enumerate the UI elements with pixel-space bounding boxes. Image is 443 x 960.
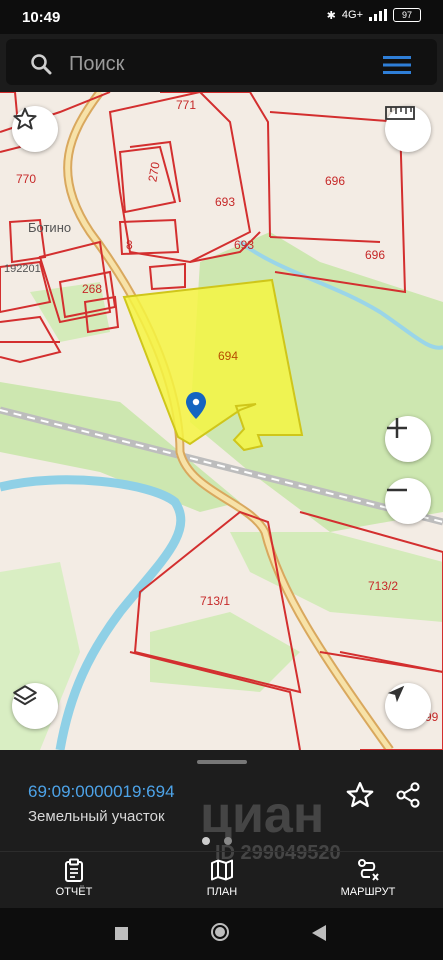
home-button[interactable] [211,923,229,941]
android-nav-bar [0,908,443,960]
my-location-button[interactable] [385,683,431,729]
minus-icon [387,488,407,492]
layers-button[interactable] [12,683,58,729]
status-icons: ✱ 4G+ 97 [327,8,421,22]
back-icon[interactable] [312,925,326,941]
recents-button[interactable] [115,927,128,940]
search-icon [31,54,52,75]
menu-icon[interactable] [383,56,411,74]
bottom-tab-bar: ОТЧЁТ ПЛАН МАРШРУТ [0,851,443,909]
network-label: 4G+ [341,9,363,21]
parcel-label-713-1: 713/1 [200,594,231,608]
parcel-label-713-2: 713/2 [368,579,399,593]
search-input[interactable]: Поиск [6,39,437,85]
tab-plan-label: ПЛАН [206,886,238,898]
map-view[interactable]: 771 770 270 693 693 696 696 8 268 694 71… [0,92,443,750]
zoom-in-button[interactable] [385,416,431,462]
battery-icon: 97 [393,8,421,22]
panel-drag-handle[interactable] [197,760,247,764]
star-icon [13,107,37,130]
ruler-icon [385,106,415,120]
clipboard-icon [65,858,83,882]
map-canvas [0,92,443,750]
page-indicator [202,837,232,845]
home-dot [215,927,225,937]
tab-plan[interactable]: ПЛАН [167,858,277,898]
navigation-arrow-icon [387,685,405,703]
parcel-label-696a: 696 [325,174,346,188]
watermark-logo: циан [200,786,325,844]
bluetooth-icon: ✱ [326,9,336,22]
plus-icon [387,418,407,438]
layers-icon [13,685,37,706]
cadastral-number[interactable]: 69:09:0000019:694 [28,782,175,802]
parcel-label-694: 694 [218,349,239,363]
page-dot [224,837,232,845]
search-placeholder: Поиск [69,53,125,75]
route-icon [358,859,379,881]
map-icon [211,859,233,881]
tab-report[interactable]: ОТЧЁТ [19,858,129,898]
parcel-label-693a: 693 [215,195,236,209]
status-bar: 10:49 ✱ 4G+ 97 [0,0,443,34]
status-time: 10:49 [22,9,61,26]
parcel-label-693b: 693 [234,238,255,252]
ruler-button[interactable] [385,106,431,152]
parcel-label-696b: 696 [365,248,386,262]
tab-report-label: ОТЧЁТ [55,886,93,898]
page-dot-active [202,837,210,845]
favorite-map-button[interactable] [12,106,58,152]
parcel-label-8: 8 [126,238,133,252]
signal-icon [369,9,387,21]
property-panel: циан ID 299049520 69:09:0000019:694 Земе… [0,750,443,908]
tab-route-label: МАРШРУТ [340,886,396,898]
quarter-label: 192201 [4,263,41,275]
parcel-label-771: 771 [176,98,197,112]
search-bar: Поиск [0,34,443,92]
tab-route[interactable]: МАРШРУТ [313,858,423,898]
parcel-label-268: 268 [82,282,103,296]
parcel-label-770: 770 [16,172,37,186]
zoom-out-button[interactable] [385,478,431,524]
share-icon[interactable] [394,780,422,810]
favorite-star-icon[interactable] [345,780,375,810]
village-label: Ботино [28,220,72,235]
property-type: Земельный участок [28,808,165,825]
